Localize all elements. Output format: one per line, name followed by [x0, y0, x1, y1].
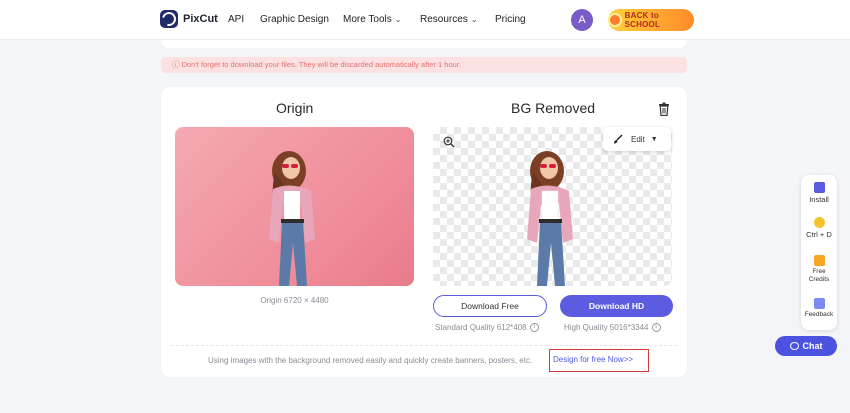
divider [171, 345, 677, 346]
upload-card-bottom [161, 40, 687, 48]
sidebar-item-feedback[interactable]: Feedback [801, 298, 837, 319]
chevron-down-icon: ⌄ [394, 15, 402, 24]
download-hd-button[interactable]: Download HD [560, 295, 673, 317]
nav-item-graphic-design[interactable]: Graphic Design [260, 14, 329, 25]
info-circle-icon: ⓘ [172, 60, 180, 69]
pixcut-logo-icon[interactable] [160, 10, 178, 28]
logo-text[interactable]: PixCut [183, 13, 218, 25]
download-free-button[interactable]: Download Free [433, 295, 547, 317]
high-quality-label: High Quality 5016*3344 i [564, 323, 661, 333]
origin-image [175, 127, 414, 286]
star-icon [813, 217, 825, 228]
install-icon [813, 182, 825, 193]
trash-icon[interactable] [658, 102, 670, 116]
edit-dropdown-button[interactable]: Edit ▼ [603, 127, 671, 151]
brush-icon [614, 134, 623, 144]
sidebar-item-install[interactable]: Install [801, 182, 837, 204]
design-promo-text: Using images with the background removed… [208, 356, 533, 365]
nav-item-pricing[interactable]: Pricing [495, 14, 526, 25]
ball-icon [608, 13, 622, 27]
sidebar-item-free-credits[interactable]: Free Credits [801, 255, 837, 284]
discard-notice-banner: ⓘ Don't forget to download your files. T… [161, 57, 687, 73]
standard-quality-label: Standard Quality 612*408 i [435, 323, 539, 333]
result-card: Origin BG Removed Edit ▼ Origin 6720 × 4… [161, 87, 687, 377]
origin-title: Origin [276, 100, 314, 116]
chat-button[interactable]: Chat [775, 336, 837, 356]
nav-item-api[interactable]: API [228, 14, 244, 25]
woman-cutout [527, 151, 573, 286]
gift-icon [813, 255, 825, 266]
origin-size-label: Origin 6720 × 4480 [260, 296, 329, 305]
design-for-free-link[interactable]: Design for free Now>> [549, 349, 649, 372]
caret-down-icon: ▼ [650, 135, 658, 143]
info-icon[interactable]: i [529, 323, 539, 333]
back-to-school-promo-badge[interactable]: BACK to SCHOOL [608, 9, 694, 31]
bg-removed-title: BG Removed [511, 100, 596, 116]
sidebar-item-bookmark[interactable]: Ctrl + D [801, 217, 837, 239]
nav-item-more-tools[interactable]: More Tools ⌄ [343, 14, 401, 25]
user-avatar[interactable]: A [571, 9, 593, 31]
zoom-in-icon[interactable] [443, 136, 455, 148]
info-icon[interactable]: i [651, 323, 661, 333]
woman-photo [269, 151, 315, 286]
feedback-icon [813, 298, 825, 309]
nav-item-resources[interactable]: Resources ⌄ [420, 14, 478, 25]
chevron-down-icon: ⌄ [470, 15, 478, 24]
floating-side-toolbar: Install Ctrl + D Free Credits Feedback [801, 175, 837, 330]
top-nav-bar: PixCut API Graphic Design More Tools ⌄ Re… [0, 0, 850, 40]
chat-bubble-icon [789, 342, 799, 350]
